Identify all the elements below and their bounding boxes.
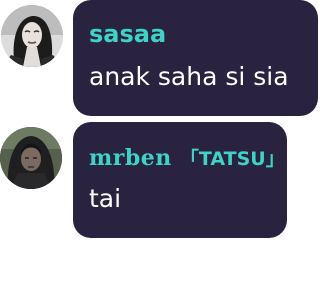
message-bubble: mrben 「TATSU」 tai [73,122,287,238]
woman-portrait-bw-avatar [1,5,63,67]
author-name[interactable]: sasaa [89,20,166,48]
author-display-name: mrben [89,145,172,171]
hooded-person-dark-avatar [0,127,62,189]
chat-message: sasaa anak saha si sia [0,0,320,118]
message-bubble: sasaa anak saha si sia [73,0,318,116]
user-avatar[interactable] [1,5,63,67]
user-avatar[interactable] [0,127,62,189]
author-name[interactable]: mrben 「TATSU」 [89,144,285,173]
message-text: tai [89,184,122,213]
author-clan-tag: 「TATSU」 [179,148,285,170]
chat-message: mrben 「TATSU」 tai [0,118,320,242]
message-text: anak saha si sia [89,62,289,91]
